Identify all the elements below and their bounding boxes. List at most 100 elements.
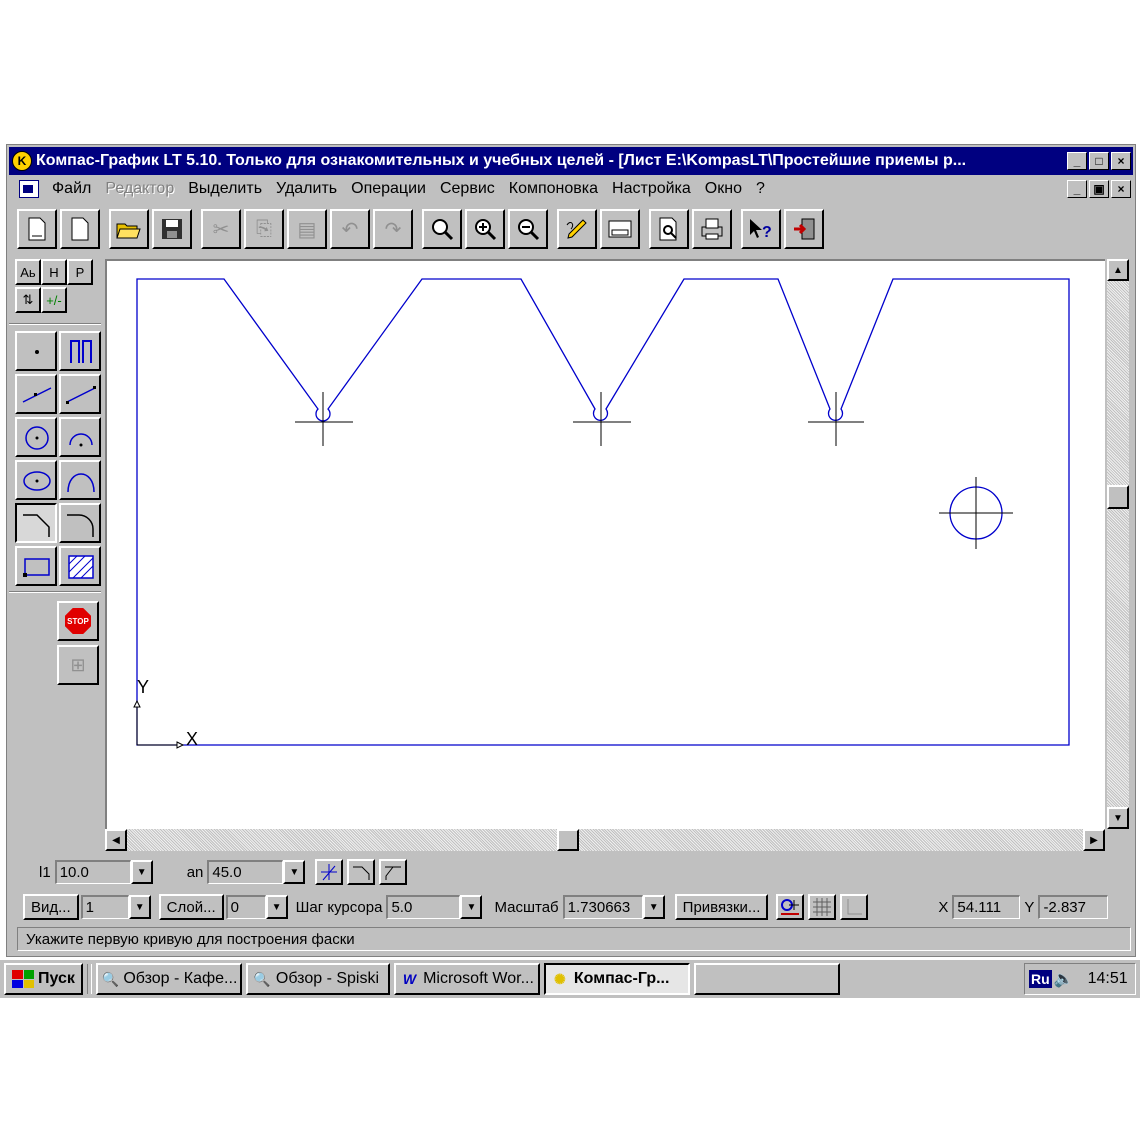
- edit-icon[interactable]: [557, 209, 597, 249]
- layer-field[interactable]: 0: [225, 895, 266, 919]
- menu-service[interactable]: Сервис: [433, 180, 502, 198]
- ellipse-tool-icon[interactable]: [15, 460, 57, 500]
- svg-text:?: ?: [762, 224, 772, 241]
- open-icon[interactable]: [109, 209, 149, 249]
- menu-bar: Файл Редактор Выделить Удалить Операции …: [9, 176, 1133, 202]
- circle-tool-icon[interactable]: [15, 417, 57, 457]
- window-title: Компас-График LT 5.10. Только для ознако…: [36, 152, 967, 169]
- close-button[interactable]: ×: [1111, 152, 1131, 170]
- context-help-icon[interactable]: ?: [741, 209, 781, 249]
- chevron-down-icon[interactable]: ▼: [128, 895, 151, 919]
- doc-minimize-button[interactable]: _: [1067, 180, 1087, 198]
- task-kompas[interactable]: ✺ Компас-Гр...: [543, 963, 690, 995]
- menu-delete[interactable]: Удалить: [269, 180, 344, 198]
- scroll-right-button[interactable]: ▶: [1083, 829, 1105, 851]
- speaker-icon[interactable]: 🔈: [1054, 969, 1074, 989]
- drawing-canvas[interactable]: Y X: [105, 259, 1105, 833]
- markup-tab[interactable]: Р: [67, 259, 93, 285]
- minimize-button[interactable]: _: [1067, 152, 1087, 170]
- chevron-down-icon[interactable]: ▼: [460, 895, 483, 919]
- rectangle-tool-icon[interactable]: [15, 546, 57, 586]
- l1-input[interactable]: 10.0: [54, 860, 131, 884]
- language-indicator[interactable]: Ru: [1029, 970, 1052, 988]
- dimensions-tab[interactable]: Н: [41, 259, 67, 285]
- view-field[interactable]: 1: [80, 895, 129, 919]
- menu-layout[interactable]: Компоновка: [502, 180, 605, 198]
- save-icon[interactable]: [152, 209, 192, 249]
- grid-icon[interactable]: [808, 894, 837, 920]
- parallel-segment-tool-icon[interactable]: [59, 374, 101, 414]
- snaps-button[interactable]: Привязки...: [674, 894, 769, 920]
- local-coordinates-icon[interactable]: [840, 894, 869, 920]
- horizontal-scrollbar[interactable]: ◀ ▶: [105, 829, 1105, 851]
- title-bar[interactable]: K Компас-График LT 5.10. Только для озна…: [9, 147, 1133, 175]
- axis-y-label: Y: [137, 677, 149, 697]
- cut-icon: ✂: [201, 209, 241, 249]
- zoom-window-icon[interactable]: [422, 209, 462, 249]
- geometry-tab[interactable]: Аь: [15, 259, 41, 285]
- trim-second-icon[interactable]: [379, 859, 408, 885]
- doc-close-button[interactable]: ×: [1111, 180, 1131, 198]
- chamfer-tool-icon[interactable]: [15, 503, 57, 543]
- print-icon[interactable]: [692, 209, 732, 249]
- menu-file[interactable]: Файл: [45, 180, 98, 198]
- angle-input[interactable]: 45.0: [207, 860, 284, 884]
- zoom-in-icon[interactable]: [465, 209, 505, 249]
- new-fragment-icon[interactable]: [60, 209, 100, 249]
- task-word[interactable]: W Microsoft Wor...: [393, 963, 540, 995]
- task-empty[interactable]: [693, 963, 840, 995]
- menu-help[interactable]: ?: [749, 180, 772, 198]
- origin-axes: [133, 699, 185, 749]
- doc-restore-button[interactable]: ▣: [1089, 180, 1109, 198]
- scroll-up-button[interactable]: ▲: [1107, 259, 1129, 281]
- cursor-step-field[interactable]: 5.0: [386, 895, 461, 919]
- task-explorer-spiski[interactable]: 🔍 Обзор - Spiski: [245, 963, 390, 995]
- clock[interactable]: 14:51: [1088, 970, 1128, 988]
- word-icon: W: [402, 971, 417, 987]
- menu-window[interactable]: Окно: [698, 180, 749, 198]
- start-button[interactable]: Пуск: [4, 963, 83, 995]
- new-sheet-icon[interactable]: [17, 209, 57, 249]
- point-tool-icon[interactable]: [15, 331, 57, 371]
- chevron-down-icon[interactable]: ▼: [642, 895, 665, 919]
- kompas-app-icon[interactable]: K: [12, 151, 32, 171]
- chevron-down-icon[interactable]: ▼: [283, 860, 306, 884]
- segment-tool-icon[interactable]: [15, 374, 57, 414]
- document-icon[interactable]: [19, 180, 39, 198]
- parametric-tab[interactable]: +/-: [41, 287, 67, 313]
- snap-settings-icon[interactable]: [776, 894, 805, 920]
- layer-button[interactable]: Слой...: [158, 894, 224, 920]
- bezier-tool-icon[interactable]: [59, 460, 101, 500]
- y-coordinate-label: Y: [1024, 898, 1035, 916]
- task-explorer-kafe[interactable]: 🔍 Обзор - Кафе...: [95, 963, 242, 995]
- fillet-tool-icon[interactable]: [59, 503, 101, 543]
- vertical-scrollbar[interactable]: ▲ ▼: [1107, 259, 1129, 829]
- zoom-out-icon[interactable]: [508, 209, 548, 249]
- arc-tool-icon[interactable]: [59, 417, 101, 457]
- hatch-tool-icon[interactable]: [59, 546, 101, 586]
- chevron-down-icon[interactable]: ▼: [265, 895, 288, 919]
- aux-lines-tool-icon[interactable]: [59, 331, 101, 371]
- preview-icon[interactable]: [649, 209, 689, 249]
- explorer-icon: 🔍: [253, 970, 271, 987]
- scroll-left-button[interactable]: ◀: [105, 829, 127, 851]
- maximize-button[interactable]: □: [1089, 152, 1109, 170]
- chevron-down-icon[interactable]: ▼: [130, 860, 153, 884]
- chamfer-length-angle-icon[interactable]: [315, 859, 344, 885]
- menu-operations[interactable]: Операции: [344, 180, 433, 198]
- vertical-scroll-thumb[interactable]: [1107, 485, 1129, 509]
- exit-icon[interactable]: [784, 209, 824, 249]
- edit-tab[interactable]: ⇅: [15, 287, 41, 313]
- menu-settings[interactable]: Настройка: [605, 180, 698, 198]
- undo-icon: ↶: [330, 209, 370, 249]
- sheet-format-icon[interactable]: [600, 209, 640, 249]
- menu-select[interactable]: Выделить: [181, 180, 269, 198]
- task-label: Microsoft Wor...: [423, 970, 534, 987]
- scale-field[interactable]: 1.730663: [562, 895, 643, 919]
- scroll-down-button[interactable]: ▼: [1107, 807, 1129, 829]
- stop-button[interactable]: STOP: [57, 601, 99, 641]
- paste-icon: ▤: [287, 209, 327, 249]
- view-button[interactable]: Вид...: [23, 894, 79, 920]
- horizontal-scroll-thumb[interactable]: [557, 829, 579, 851]
- trim-first-icon[interactable]: [347, 859, 376, 885]
